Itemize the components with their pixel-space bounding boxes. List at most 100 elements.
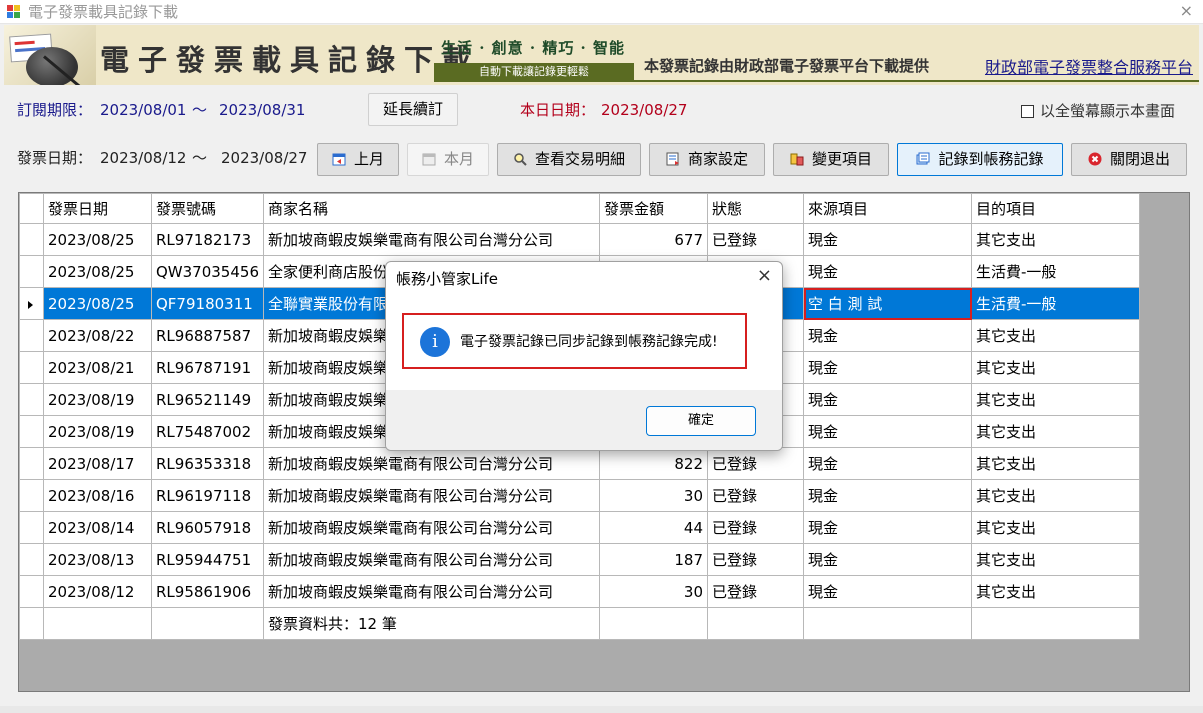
table-cell[interactable]: 2023/08/19 bbox=[43, 383, 152, 416]
ok-button[interactable]: 確定 bbox=[646, 406, 756, 436]
fullscreen-label[interactable]: 以全螢幕顯示本畫面 bbox=[1040, 101, 1175, 121]
column-header[interactable]: 發票號碼 bbox=[151, 193, 264, 224]
table-cell[interactable]: 2023/08/17 bbox=[43, 447, 152, 480]
row-header[interactable] bbox=[19, 447, 44, 480]
table-cell[interactable]: 新加坡商蝦皮娛樂電商有限公司台灣分公司 bbox=[263, 575, 600, 608]
table-cell[interactable]: QF79180311 bbox=[151, 287, 264, 320]
table-cell[interactable]: 2023/08/16 bbox=[43, 479, 152, 512]
row-header[interactable] bbox=[19, 479, 44, 512]
this-month-button[interactable]: 本月 bbox=[407, 143, 489, 176]
table-cell[interactable]: 已登錄 bbox=[707, 575, 804, 608]
table-cell[interactable]: 30 bbox=[599, 479, 708, 512]
table-cell[interactable]: 生活費-一般 bbox=[971, 255, 1140, 288]
table-cell[interactable]: RL96887587 bbox=[151, 319, 264, 352]
change-items-button[interactable]: 變更項目 bbox=[773, 143, 889, 176]
table-cell[interactable]: 新加坡商蝦皮娛樂電商有限公司台灣分公司 bbox=[263, 447, 600, 480]
table-cell[interactable]: 已登錄 bbox=[707, 511, 804, 544]
table-cell[interactable]: 現金 bbox=[803, 447, 972, 480]
fullscreen-checkbox[interactable] bbox=[1021, 105, 1034, 118]
platform-link[interactable]: 財政部電子發票整合服務平台 bbox=[985, 54, 1193, 78]
table-cell[interactable]: 2023/08/25 bbox=[43, 255, 152, 288]
table-cell[interactable]: 其它支出 bbox=[971, 415, 1140, 448]
column-header[interactable]: 來源項目 bbox=[803, 193, 972, 224]
window-close-icon[interactable]: × bbox=[1180, 1, 1193, 21]
table-cell[interactable]: 現金 bbox=[803, 479, 972, 512]
table-cell[interactable]: 822 bbox=[599, 447, 708, 480]
table-row[interactable]: 2023/08/17 RL96353318 新加坡商蝦皮娛樂電商有限公司台灣分公司 8… bbox=[19, 447, 1140, 480]
table-cell[interactable]: 現金 bbox=[803, 575, 972, 608]
column-header[interactable]: 發票金額 bbox=[599, 193, 708, 224]
record-to-accounts-button[interactable]: 記錄到帳務記錄 bbox=[897, 143, 1063, 176]
table-cell[interactable]: 已登錄 bbox=[707, 479, 804, 512]
table-cell[interactable]: 新加坡商蝦皮娛樂電商有限公司台灣分公司 bbox=[263, 223, 600, 256]
table-cell[interactable]: RL75487002 bbox=[151, 415, 264, 448]
view-detail-button[interactable]: 查看交易明細 bbox=[497, 143, 641, 176]
table-cell[interactable]: 2023/08/25 bbox=[43, 223, 152, 256]
table-cell[interactable]: 生活費-一般 bbox=[971, 287, 1140, 320]
row-header[interactable] bbox=[19, 351, 44, 384]
table-cell[interactable]: RL96197118 bbox=[151, 479, 264, 512]
table-cell[interactable]: 其它支出 bbox=[971, 223, 1140, 256]
table-cell[interactable]: 現金 bbox=[803, 255, 972, 288]
row-header[interactable] bbox=[19, 255, 44, 288]
row-header[interactable] bbox=[19, 511, 44, 544]
table-cell[interactable]: RL96521149 bbox=[151, 383, 264, 416]
table-cell[interactable]: RL96787191 bbox=[151, 351, 264, 384]
table-cell[interactable]: 其它支出 bbox=[971, 351, 1140, 384]
row-header[interactable] bbox=[19, 223, 44, 256]
table-cell[interactable]: RL95861906 bbox=[151, 575, 264, 608]
table-cell[interactable]: 2023/08/21 bbox=[43, 351, 152, 384]
table-cell[interactable]: 已登錄 bbox=[707, 447, 804, 480]
table-cell[interactable]: 187 bbox=[599, 543, 708, 576]
table-cell[interactable]: 現金 bbox=[803, 511, 972, 544]
row-header[interactable] bbox=[19, 575, 44, 608]
table-row[interactable]: 2023/08/14 RL96057918 新加坡商蝦皮娛樂電商有限公司台灣分公司 4… bbox=[19, 511, 1140, 544]
column-header[interactable]: 商家名稱 bbox=[263, 193, 600, 224]
table-cell[interactable]: 44 bbox=[599, 511, 708, 544]
table-cell[interactable]: 2023/08/19 bbox=[43, 415, 152, 448]
table-cell[interactable]: 現金 bbox=[803, 543, 972, 576]
table-cell[interactable]: 現金 bbox=[803, 415, 972, 448]
table-cell[interactable]: 新加坡商蝦皮娛樂電商有限公司台灣分公司 bbox=[263, 479, 600, 512]
table-cell[interactable]: RL96057918 bbox=[151, 511, 264, 544]
table-cell[interactable]: 677 bbox=[599, 223, 708, 256]
table-cell[interactable]: 新加坡商蝦皮娛樂電商有限公司台灣分公司 bbox=[263, 511, 600, 544]
table-cell[interactable]: RL96353318 bbox=[151, 447, 264, 480]
table-cell[interactable]: 其它支出 bbox=[971, 575, 1140, 608]
row-header[interactable] bbox=[19, 287, 44, 320]
table-cell[interactable]: 新加坡商蝦皮娛樂電商有限公司台灣分公司 bbox=[263, 543, 600, 576]
table-cell[interactable]: 2023/08/14 bbox=[43, 511, 152, 544]
table-cell[interactable]: QW37035456 bbox=[151, 255, 264, 288]
column-header[interactable]: 發票日期 bbox=[43, 193, 152, 224]
table-row[interactable]: 2023/08/25 RL97182173 新加坡商蝦皮娛樂電商有限公司台灣分公司 6… bbox=[19, 223, 1140, 256]
table-row[interactable]: 2023/08/12 RL95861906 新加坡商蝦皮娛樂電商有限公司台灣分公司 3… bbox=[19, 575, 1140, 608]
table-cell[interactable]: 空 白 測 試 bbox=[803, 287, 972, 320]
table-cell[interactable]: 現金 bbox=[803, 351, 972, 384]
table-cell[interactable]: RL97182173 bbox=[151, 223, 264, 256]
table-cell[interactable]: 2023/08/12 bbox=[43, 575, 152, 608]
extend-subscription-button[interactable]: 延長續訂 bbox=[368, 93, 458, 126]
table-cell[interactable]: 已登錄 bbox=[707, 543, 804, 576]
table-row[interactable]: 2023/08/13 RL95944751 新加坡商蝦皮娛樂電商有限公司台灣分公司 1… bbox=[19, 543, 1140, 576]
prev-month-button[interactable]: 上月 bbox=[317, 143, 399, 176]
dialog-close-icon[interactable]: × bbox=[757, 265, 772, 286]
table-cell[interactable]: 現金 bbox=[803, 383, 972, 416]
close-exit-button[interactable]: 關閉退出 bbox=[1071, 143, 1187, 176]
row-header[interactable] bbox=[19, 383, 44, 416]
merchant-settings-button[interactable]: 商家設定 bbox=[649, 143, 765, 176]
table-cell[interactable]: 其它支出 bbox=[971, 511, 1140, 544]
table-cell[interactable]: RL95944751 bbox=[151, 543, 264, 576]
row-header[interactable] bbox=[19, 543, 44, 576]
table-cell[interactable]: 2023/08/13 bbox=[43, 543, 152, 576]
table-cell[interactable]: 30 bbox=[599, 575, 708, 608]
table-cell[interactable]: 2023/08/22 bbox=[43, 319, 152, 352]
table-cell[interactable]: 現金 bbox=[803, 223, 972, 256]
table-row[interactable]: 2023/08/16 RL96197118 新加坡商蝦皮娛樂電商有限公司台灣分公司 3… bbox=[19, 479, 1140, 512]
table-cell[interactable]: 其它支出 bbox=[971, 319, 1140, 352]
table-cell[interactable]: 已登錄 bbox=[707, 223, 804, 256]
table-cell[interactable]: 現金 bbox=[803, 319, 972, 352]
row-header[interactable] bbox=[19, 415, 44, 448]
table-cell[interactable]: 2023/08/25 bbox=[43, 287, 152, 320]
table-cell[interactable]: 其它支出 bbox=[971, 383, 1140, 416]
column-header[interactable]: 狀態 bbox=[707, 193, 804, 224]
